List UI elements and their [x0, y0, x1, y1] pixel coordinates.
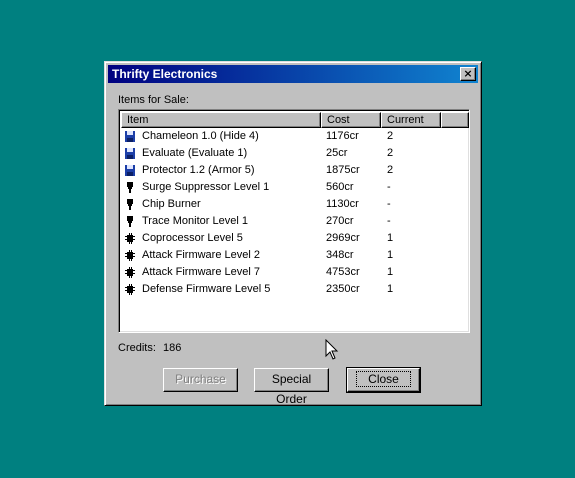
item-name: Chameleon 1.0 (Hide 4)	[142, 130, 259, 142]
purchase-button[interactable]: Purchase	[163, 368, 238, 392]
items-for-sale-label: Items for Sale:	[118, 94, 189, 106]
table-row[interactable]: Evaluate (Evaluate 1) 25cr 2	[121, 145, 467, 162]
item-current: 1	[387, 283, 394, 295]
item-current: 2	[387, 130, 394, 142]
item-name: Evaluate (Evaluate 1)	[142, 147, 248, 159]
item-current: 1	[387, 249, 394, 261]
special-order-button[interactable]: Special Order	[254, 368, 329, 406]
table-row[interactable]: Protector 1.2 (Armor 5) 1875cr 2	[121, 162, 467, 179]
column-header-current[interactable]: Current	[381, 112, 441, 128]
list-rows: Chameleon 1.0 (Hide 4) 1176cr 2 Evaluate (E…	[121, 128, 467, 298]
item-cost: 1875cr	[326, 164, 360, 176]
credits-value: 186	[163, 342, 182, 354]
item-current: 1	[387, 232, 394, 244]
item-name: Chip Burner	[142, 198, 201, 210]
column-header-item[interactable]: Item	[121, 112, 321, 128]
title-bar[interactable]: Thrifty Electronics ×	[108, 65, 478, 83]
close-window-button[interactable]: ×	[460, 67, 476, 81]
item-cost: 25cr	[326, 147, 348, 159]
close-icon: ×	[463, 67, 473, 80]
credits-label: Credits:	[118, 342, 156, 354]
item-name: Coprocessor Level 5	[142, 232, 243, 244]
table-row[interactable]: Trace Monitor Level 1 270cr -	[121, 213, 467, 230]
list-header: Item Cost Current	[121, 112, 469, 128]
items-list[interactable]: Item Cost Current Chameleon 1.0 (Hide 4)…	[118, 109, 470, 333]
table-row[interactable]: Attack Firmware Level 2 348cr 1	[121, 247, 467, 264]
column-header-filler	[441, 112, 469, 128]
table-row[interactable]: Surge Suppressor Level 1 560cr -	[121, 179, 467, 196]
close-button-label: Close	[356, 371, 411, 387]
item-name: Attack Firmware Level 7	[142, 266, 260, 278]
table-row[interactable]: Attack Firmware Level 7 4753cr 1	[121, 264, 467, 281]
item-current: -	[387, 215, 391, 227]
column-header-cost[interactable]: Cost	[321, 112, 381, 128]
item-cost: 4753cr	[326, 266, 360, 278]
item-current: 2	[387, 147, 394, 159]
item-current: 1	[387, 266, 394, 278]
table-row[interactable]: Chip Burner 1130cr -	[121, 196, 467, 213]
item-current: -	[387, 181, 391, 193]
table-row[interactable]: Chameleon 1.0 (Hide 4) 1176cr 2	[121, 128, 467, 145]
item-name: Trace Monitor Level 1	[142, 215, 248, 227]
item-current: -	[387, 198, 391, 210]
purchase-button-label: Purchase	[175, 372, 226, 386]
window-title: Thrifty Electronics	[112, 67, 218, 81]
mouse-pointer-icon	[325, 339, 339, 360]
table-row[interactable]: Defense Firmware Level 5 2350cr 1	[121, 281, 467, 298]
item-name: Defense Firmware Level 5	[142, 283, 271, 295]
item-cost: 1130cr	[326, 198, 359, 210]
item-name: Attack Firmware Level 2	[142, 249, 260, 261]
table-row[interactable]: Coprocessor Level 5 2969cr 1	[121, 230, 467, 247]
special-order-button-label: Special Order	[271, 372, 312, 406]
item-cost: 348cr	[326, 249, 354, 261]
item-name: Protector 1.2 (Armor 5)	[142, 164, 255, 176]
item-cost: 1176cr	[326, 130, 359, 142]
close-button[interactable]: Close	[346, 367, 421, 393]
item-name: Surge Suppressor Level 1	[142, 181, 270, 193]
shop-dialog: Thrifty Electronics × Items for Sale: It…	[104, 61, 482, 406]
item-current: 2	[387, 164, 394, 176]
item-cost: 560cr	[326, 181, 354, 193]
item-cost: 2350cr	[326, 283, 360, 295]
item-cost: 2969cr	[326, 232, 360, 244]
item-cost: 270cr	[326, 215, 354, 227]
